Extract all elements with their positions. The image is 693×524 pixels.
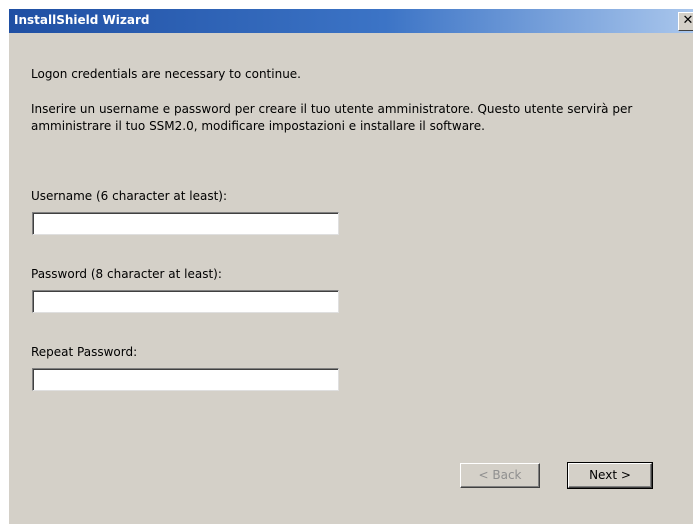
close-icon: ✕	[682, 13, 693, 28]
username-field[interactable]	[32, 212, 339, 235]
repeat-password-label: Repeat Password:	[31, 345, 138, 359]
next-button[interactable]: Next >	[567, 462, 653, 489]
installshield-dialog: InstallShield Wizard ✕ Logon credentials…	[9, 9, 693, 524]
password-field[interactable]	[32, 290, 339, 313]
close-button[interactable]: ✕	[678, 12, 693, 31]
title-bar: InstallShield Wizard ✕	[9, 9, 693, 33]
description-text: Inserire un username e password per crea…	[31, 102, 633, 133]
username-label: Username (6 character at least):	[31, 189, 228, 203]
password-label: Password (8 character at least):	[31, 267, 222, 281]
window-title: InstallShield Wizard	[14, 13, 150, 27]
intro-text: Logon credentials are necessary to conti…	[31, 67, 301, 81]
back-button[interactable]: < Back	[460, 463, 540, 488]
repeat-password-field[interactable]	[32, 368, 339, 391]
